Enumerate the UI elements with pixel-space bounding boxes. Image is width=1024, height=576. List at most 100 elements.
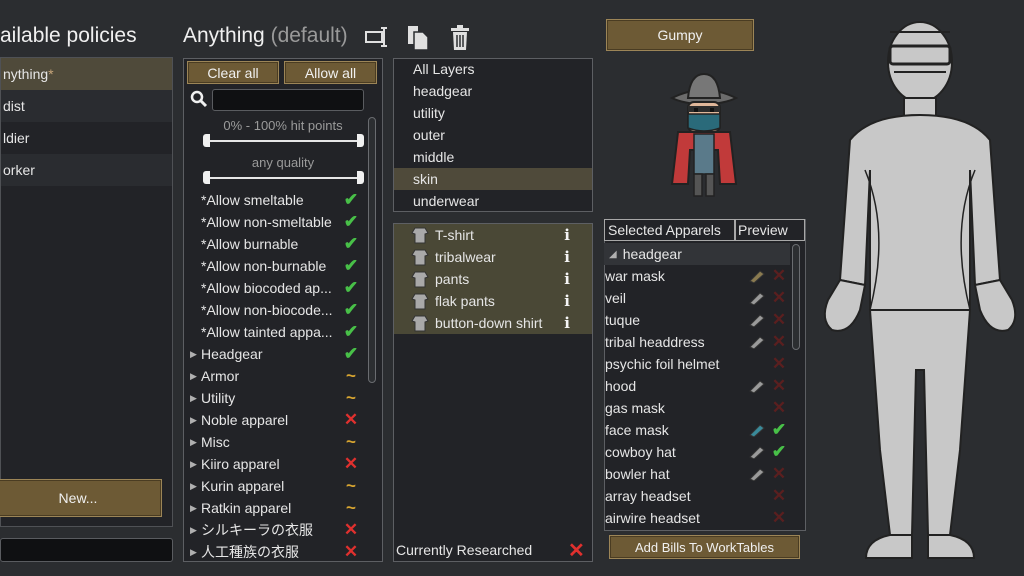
apparel-item-button-down-shirt[interactable]: button-down shirt i <box>394 312 592 334</box>
layer-item-skin[interactable]: skin <box>394 168 592 190</box>
allow-checkbox-icon[interactable]: ✔ <box>342 256 360 276</box>
selected-item-war-mask[interactable]: war mask ✕ <box>605 265 791 287</box>
deny-mark-icon[interactable]: ✕ <box>770 486 788 506</box>
deny-mark-icon[interactable]: ✕ <box>770 464 788 484</box>
layer-item-utility[interactable]: utility <box>394 102 592 124</box>
expand-arrow-icon[interactable]: ▶ <box>190 481 201 492</box>
deny-mark-icon[interactable]: ✕ <box>770 354 788 374</box>
expand-arrow-icon[interactable]: ▶ <box>190 525 201 536</box>
policy-name-input[interactable] <box>0 538 173 562</box>
selected-item-veil[interactable]: veil ✕ <box>605 287 791 309</box>
expand-arrow-icon[interactable]: ▶ <box>190 393 201 404</box>
info-icon[interactable]: i <box>564 270 570 288</box>
partial-checkbox-icon[interactable]: ~ <box>342 432 360 452</box>
selected-item-psychic-foil-helmet[interactable]: psychic foil helmet ✕ <box>605 353 791 375</box>
expand-arrow-icon[interactable]: ▶ <box>190 459 201 470</box>
filter-item-noble-apparel[interactable]: ▶ Noble apparel ✕ <box>190 409 360 431</box>
expand-arrow-icon[interactable]: ▶ <box>190 415 201 426</box>
selected-item-face-mask[interactable]: face mask ✔ <box>605 419 791 441</box>
selected-item-tribal-headdress[interactable]: tribal headdress ✕ <box>605 331 791 353</box>
allow-mark-icon[interactable]: ✔ <box>770 442 788 462</box>
copy-icon[interactable] <box>405 24 431 52</box>
allow-checkbox-icon[interactable]: ✔ <box>342 344 360 364</box>
preview-brush-icon[interactable] <box>748 291 766 306</box>
filter-item-headgear[interactable]: ▶ Headgear ✔ <box>190 343 360 365</box>
deny-checkbox-icon[interactable]: ✕ <box>342 542 360 562</box>
info-icon[interactable]: i <box>564 314 570 332</box>
apparel-item-tribalwear[interactable]: tribalwear i <box>394 246 592 268</box>
filter-item-allow-tainted-appa[interactable]: *Allow tainted appa... ✔ <box>190 321 360 343</box>
partial-checkbox-icon[interactable]: ~ <box>342 366 360 386</box>
deny-mark-icon[interactable]: ✕ <box>770 376 788 396</box>
allow-mark-icon[interactable]: ✔ <box>770 420 788 440</box>
preview-brush-icon[interactable] <box>748 269 766 284</box>
preview-header[interactable]: Preview <box>735 219 805 241</box>
deny-mark-icon[interactable]: ✕ <box>770 288 788 308</box>
filter-item-allow-non-biocode[interactable]: *Allow non-biocode... ✔ <box>190 299 360 321</box>
policy-item-nudist[interactable]: dist <box>1 90 172 122</box>
researched-toggle[interactable]: ✕ <box>568 538 585 563</box>
preview-brush-icon[interactable] <box>748 335 766 350</box>
filter-item-allow-non-burnable[interactable]: *Allow non-burnable ✔ <box>190 255 360 277</box>
layer-item-all-layers[interactable]: All Layers <box>394 58 592 80</box>
partial-checkbox-icon[interactable]: ~ <box>342 498 360 518</box>
delete-icon[interactable] <box>448 24 474 52</box>
selected-item-hood[interactable]: hood ✕ <box>605 375 791 397</box>
deny-mark-icon[interactable]: ✕ <box>770 508 788 528</box>
selected-scrollbar[interactable] <box>792 244 800 350</box>
filter-item-allow-burnable[interactable]: *Allow burnable ✔ <box>190 233 360 255</box>
partial-checkbox-icon[interactable]: ~ <box>342 476 360 496</box>
layer-item-underwear[interactable]: underwear <box>394 190 592 212</box>
preview-brush-icon[interactable] <box>748 423 766 438</box>
filter-item-allow-non-smeltable[interactable]: *Allow non-smeltable ✔ <box>190 211 360 233</box>
deny-mark-icon[interactable]: ✕ <box>770 310 788 330</box>
apparel-item-flak-pants[interactable]: flak pants i <box>394 290 592 312</box>
quality-slider[interactable] <box>206 177 362 179</box>
info-icon[interactable]: i <box>564 248 570 266</box>
selected-item-array-headset[interactable]: array headset ✕ <box>605 485 791 507</box>
allow-checkbox-icon[interactable]: ✔ <box>342 300 360 320</box>
filter-item-allow-biocoded-ap[interactable]: *Allow biocoded ap... ✔ <box>190 277 360 299</box>
filter-item-armor[interactable]: ▶ Armor ~ <box>190 365 360 387</box>
quality-max-handle[interactable] <box>357 171 364 184</box>
hitpoints-min-handle[interactable] <box>203 134 210 147</box>
filter-item-misc[interactable]: ▶ Misc ~ <box>190 431 360 453</box>
allow-checkbox-icon[interactable]: ✔ <box>342 234 360 254</box>
layer-item-headgear[interactable]: headgear <box>394 80 592 102</box>
filter-item-item[interactable]: ▶ シルキーラの衣服 ✕ <box>190 519 360 541</box>
info-icon[interactable]: i <box>564 292 570 310</box>
policy-item-soldier[interactable]: ldier <box>1 122 172 154</box>
layer-item-middle[interactable]: middle <box>394 146 592 168</box>
expand-arrow-icon[interactable]: ▶ <box>190 371 201 382</box>
quality-min-handle[interactable] <box>203 171 210 184</box>
allow-all-button[interactable]: Allow all <box>284 61 377 84</box>
new-policy-button[interactable]: New... <box>0 479 162 517</box>
selected-item-airwire-headset[interactable]: airwire headset ✕ <box>605 507 791 529</box>
filter-item-kurin-apparel[interactable]: ▶ Kurin apparel ~ <box>190 475 360 497</box>
deny-mark-icon[interactable]: ✕ <box>770 398 788 418</box>
layer-item-outer[interactable]: outer <box>394 124 592 146</box>
filter-item-utility[interactable]: ▶ Utility ~ <box>190 387 360 409</box>
deny-checkbox-icon[interactable]: ✕ <box>342 454 360 474</box>
selected-item-gas-mask[interactable]: gas mask ✕ <box>605 397 791 419</box>
preview-brush-icon[interactable] <box>748 379 766 394</box>
expand-arrow-icon[interactable]: ▶ <box>190 349 201 360</box>
allow-checkbox-icon[interactable]: ✔ <box>342 212 360 232</box>
clear-all-button[interactable]: Clear all <box>187 61 279 84</box>
selected-item-bowler-hat[interactable]: bowler hat ✕ <box>605 463 791 485</box>
selected-item-tuque[interactable]: tuque ✕ <box>605 309 791 331</box>
filter-item-item[interactable]: ▶ 人工種族の衣服 ✕ <box>190 541 360 563</box>
allow-checkbox-icon[interactable]: ✔ <box>342 322 360 342</box>
allow-checkbox-icon[interactable]: ✔ <box>342 190 360 210</box>
deny-mark-icon[interactable]: ✕ <box>770 266 788 286</box>
filter-scrollbar[interactable] <box>368 117 376 383</box>
policy-item-anything[interactable]: nything * <box>1 58 172 90</box>
rename-icon[interactable] <box>364 24 390 52</box>
hitpoints-max-handle[interactable] <box>357 134 364 147</box>
selected-item-cowboy-hat[interactable]: cowboy hat ✔ <box>605 441 791 463</box>
apparel-item-pants[interactable]: pants i <box>394 268 592 290</box>
selected-apparels-header[interactable]: Selected Apparels <box>604 219 735 241</box>
preview-brush-icon[interactable] <box>748 467 766 482</box>
filter-item-ratkin-apparel[interactable]: ▶ Ratkin apparel ~ <box>190 497 360 519</box>
deny-mark-icon[interactable]: ✕ <box>770 332 788 352</box>
